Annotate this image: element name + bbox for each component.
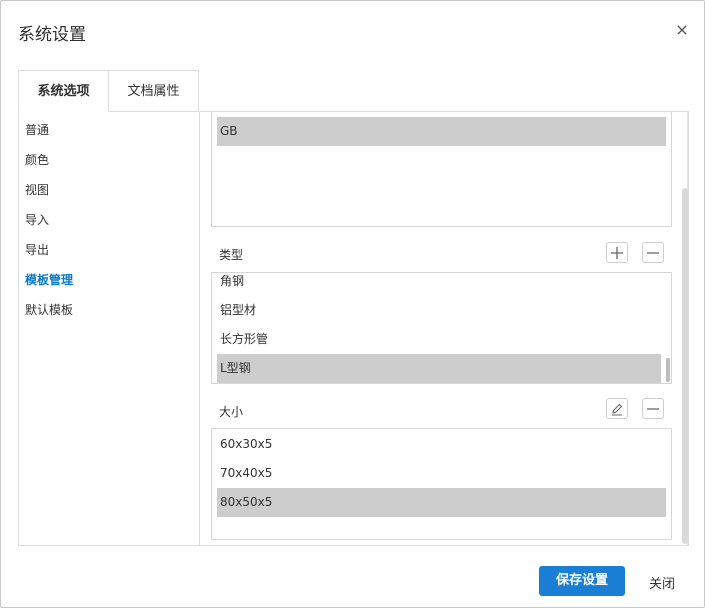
content-scrollbar-thumb[interactable]: [682, 188, 688, 544]
types-list-scrollbar[interactable]: [666, 358, 670, 382]
dialog-title: 系统设置: [18, 25, 86, 45]
list-item[interactable]: 80x50x5: [217, 488, 666, 517]
list-item[interactable]: L型钢: [217, 354, 661, 383]
list-item[interactable]: 铝型材: [217, 296, 661, 325]
save-settings-button[interactable]: 保存设置: [539, 566, 625, 596]
list-item[interactable]: 70x40x5: [217, 459, 666, 488]
sizes-label: 大小: [219, 405, 244, 419]
settings-sidebar: 普通 颜色 视图 导入 导出 模板管理 默认模板: [19, 112, 200, 545]
sidebar-item-template-management[interactable]: 模板管理: [25, 271, 73, 288]
tab-system-options[interactable]: 系统选项: [18, 70, 109, 112]
system-settings-dialog: 系统设置 系统选项 文档属性 普通 颜色 视图 导入 导出 模板管理 默认模板 …: [0, 0, 705, 608]
sidebar-item-export[interactable]: 导出: [25, 241, 49, 258]
tab-document-properties[interactable]: 文档属性: [109, 70, 199, 112]
edit-icon: [612, 403, 623, 416]
template-management-content: GB 类型 角钢 铝型材 长方形管 L型钢 大小 60x30x5 70x40x5…: [201, 112, 688, 545]
plus-icon: [611, 247, 623, 259]
standards-list[interactable]: GB: [211, 112, 672, 227]
sidebar-item-general[interactable]: 普通: [25, 121, 49, 138]
sidebar-item-import[interactable]: 导入: [25, 211, 49, 228]
minus-icon: [647, 252, 659, 254]
settings-panel: 普通 颜色 视图 导入 导出 模板管理 默认模板 GB 类型 角钢 铝型材 长方…: [18, 111, 689, 546]
list-item[interactable]: 长方形管: [217, 325, 661, 354]
types-list[interactable]: 角钢 铝型材 长方形管 L型钢: [211, 272, 672, 384]
list-item[interactable]: 60x30x5: [217, 430, 666, 459]
remove-size-button[interactable]: [642, 398, 664, 419]
remove-type-button[interactable]: [642, 242, 664, 263]
sidebar-item-default-template[interactable]: 默认模板: [25, 301, 73, 318]
add-type-button[interactable]: [606, 242, 628, 263]
close-button[interactable]: 关闭: [649, 573, 675, 592]
close-icon[interactable]: [675, 23, 689, 37]
list-item[interactable]: 角钢: [217, 273, 661, 296]
types-label: 类型: [219, 248, 244, 262]
edit-size-button[interactable]: [606, 398, 628, 419]
minus-icon: [647, 408, 659, 410]
list-item[interactable]: GB: [217, 117, 666, 146]
sidebar-item-colors[interactable]: 颜色: [25, 151, 49, 168]
sizes-list[interactable]: 60x30x5 70x40x5 80x50x5: [211, 428, 672, 540]
sidebar-item-view[interactable]: 视图: [25, 181, 49, 198]
